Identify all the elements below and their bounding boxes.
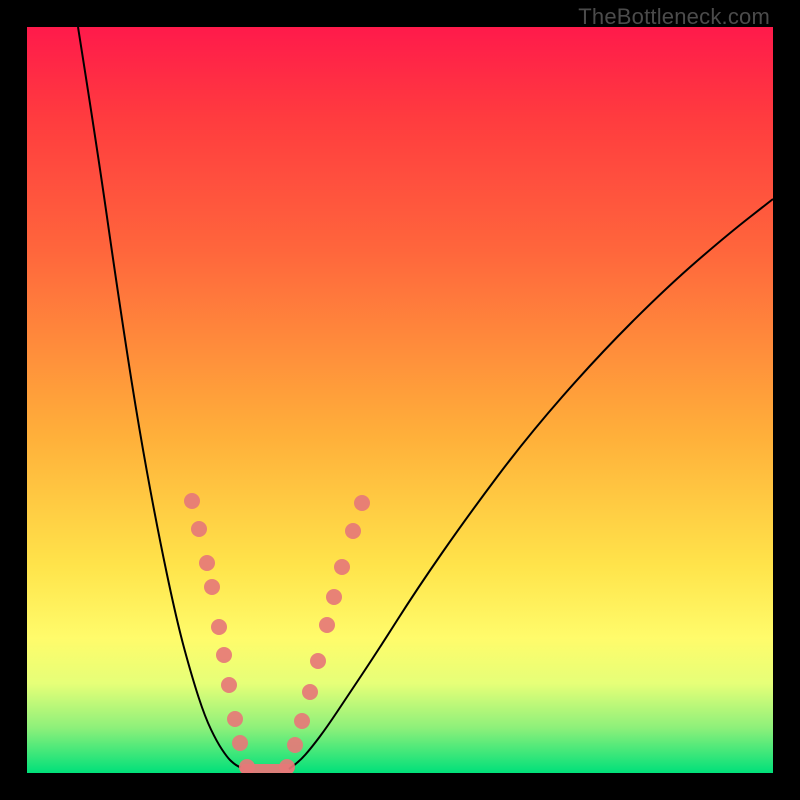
data-dot-right <box>294 713 310 729</box>
data-dot-right <box>334 559 350 575</box>
chart-container: TheBottleneck.com <box>0 0 800 800</box>
data-dot-left <box>211 619 227 635</box>
data-dot-right <box>287 737 303 753</box>
data-dot-left <box>239 759 255 773</box>
data-dot-left <box>191 521 207 537</box>
data-dot-left <box>221 677 237 693</box>
data-dot-right <box>302 684 318 700</box>
data-dot-left <box>199 555 215 571</box>
chart-svg <box>27 27 773 773</box>
data-dot-left <box>184 493 200 509</box>
data-dot-left <box>227 711 243 727</box>
right-curve <box>289 199 773 769</box>
plot-area <box>27 27 773 773</box>
data-dot-left <box>216 647 232 663</box>
data-dot-right <box>345 523 361 539</box>
data-dot-left <box>204 579 220 595</box>
data-dot-left <box>232 735 248 751</box>
data-dot-right <box>354 495 370 511</box>
data-dot-right <box>326 589 342 605</box>
data-dot-right <box>279 759 295 773</box>
data-dot-right <box>310 653 326 669</box>
data-dot-right <box>319 617 335 633</box>
